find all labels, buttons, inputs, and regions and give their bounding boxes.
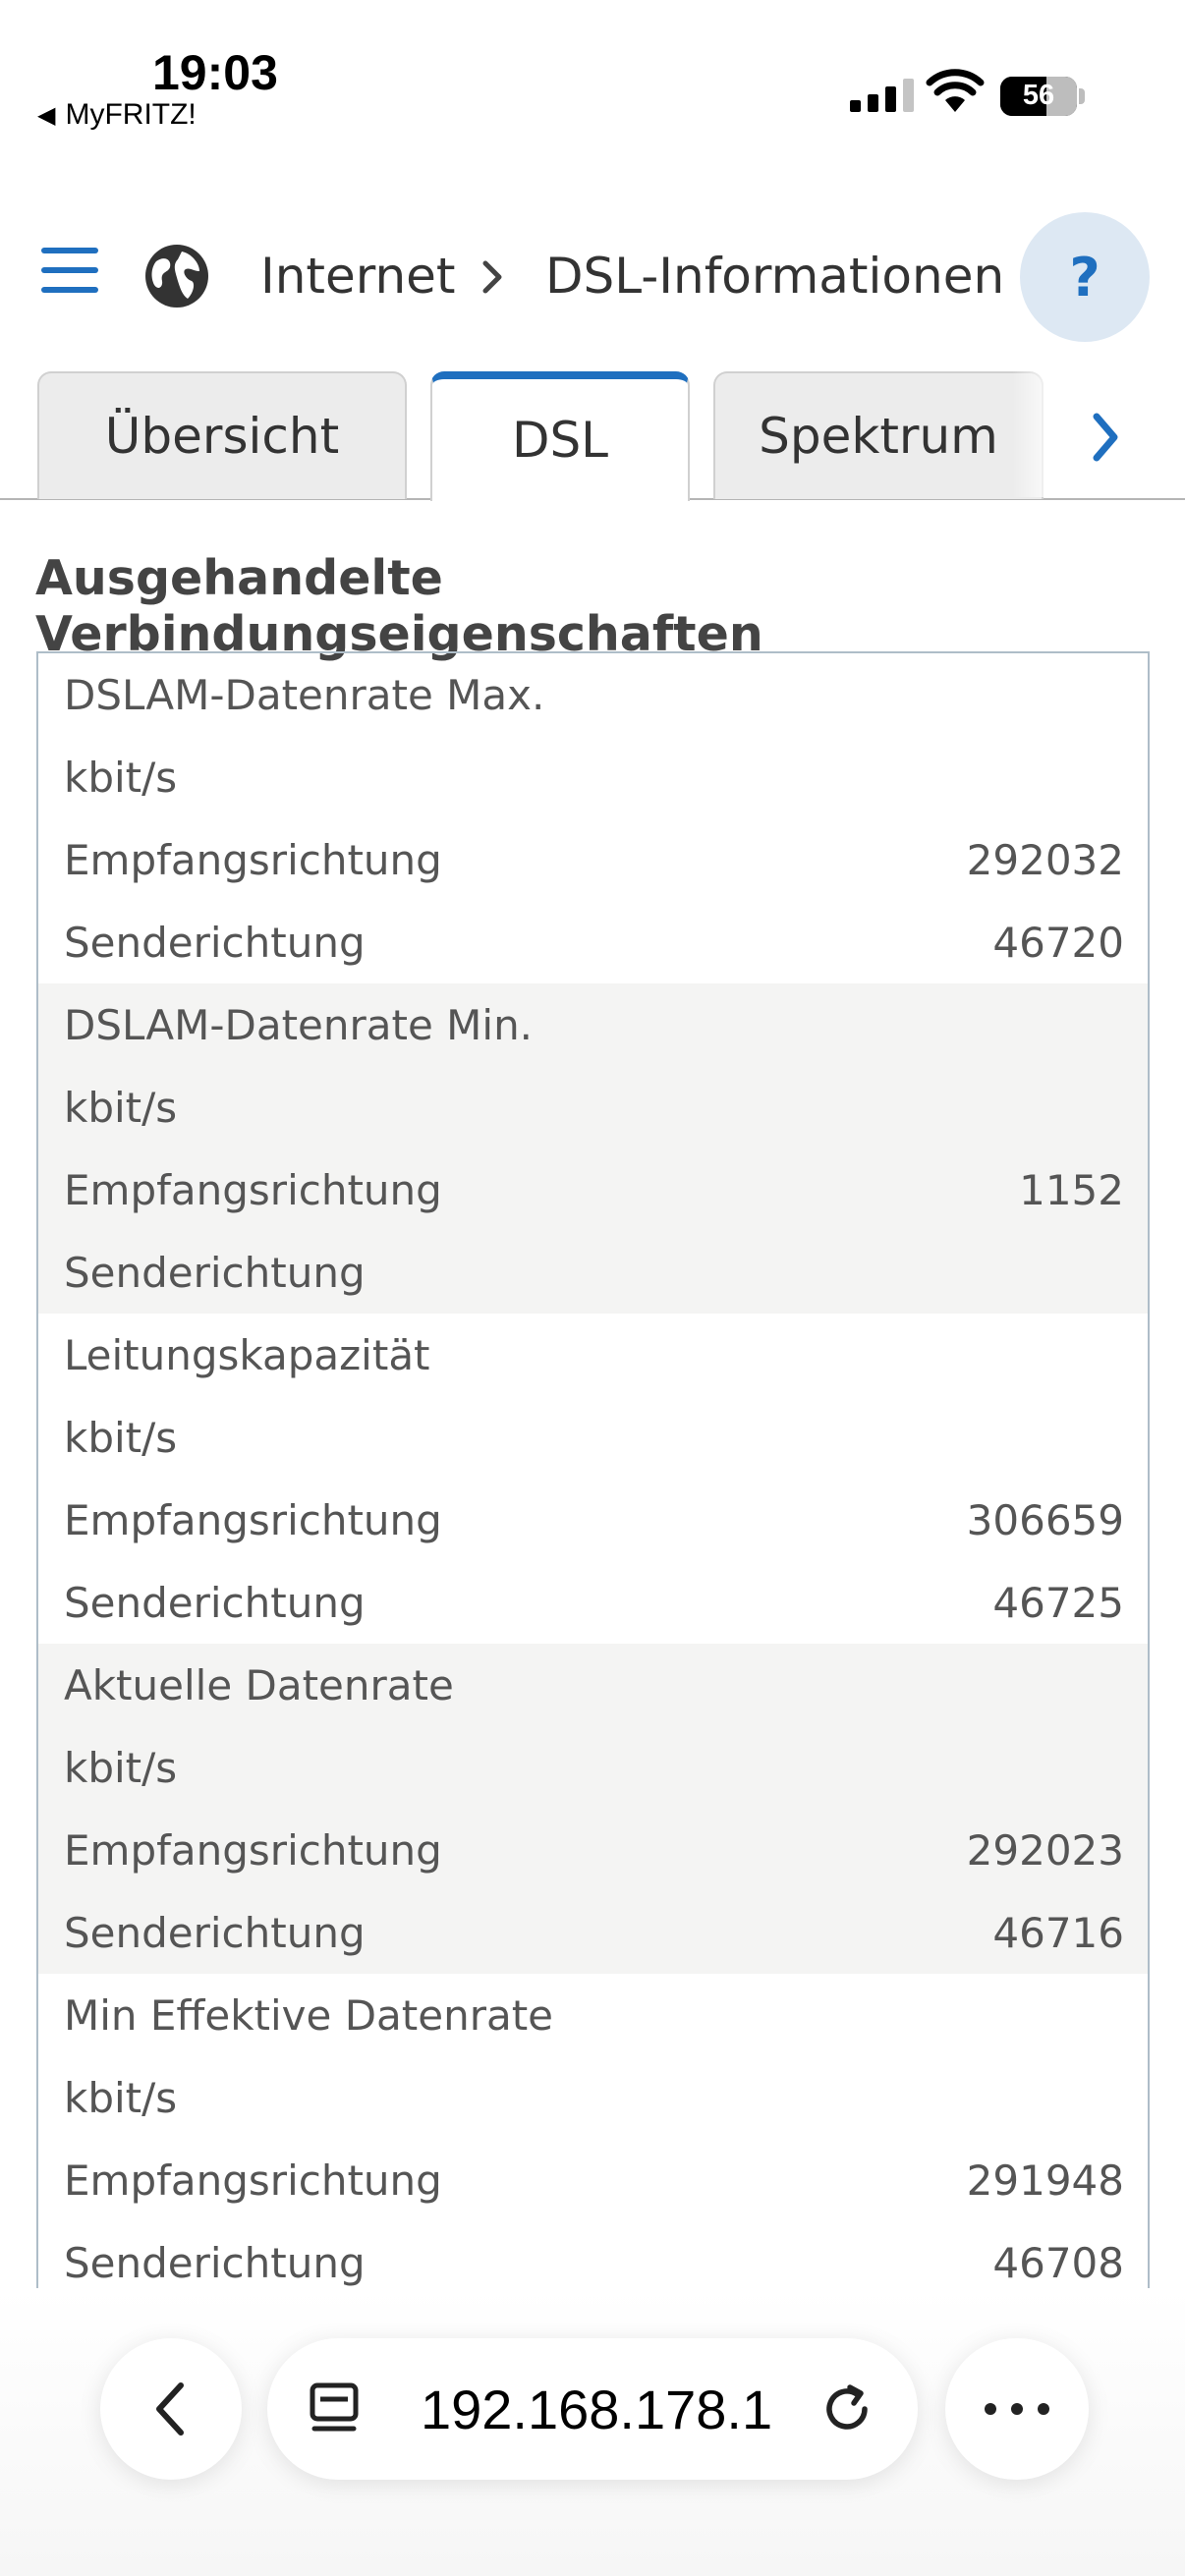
tx-label: Senderichtung	[64, 1578, 366, 1627]
rx-label: Empfangsrichtung	[64, 1825, 442, 1875]
tabs-next-chevron-icon[interactable]	[1081, 403, 1130, 472]
group-title: Aktuelle Datenrate	[64, 1660, 454, 1709]
rx-row: Empfangsrichtung 1152	[38, 1148, 1148, 1231]
rx-value: 292032	[966, 835, 1124, 884]
group-title: Leitungskapazität	[64, 1330, 430, 1379]
unit-row: kbit/s	[38, 1396, 1148, 1479]
battery-tip	[1079, 88, 1085, 104]
tx-label: Senderichtung	[64, 1908, 366, 1957]
rx-label: Empfangsrichtung	[64, 2156, 442, 2205]
group-dslam-min: DSLAM-Datenrate Min. kbit/s Empfangsrich…	[38, 983, 1148, 1314]
unit-row: kbit/s	[38, 1726, 1148, 1809]
unit-label: kbit/s	[64, 753, 178, 802]
chevron-right-icon	[482, 260, 502, 294]
group-title-row: DSLAM-Datenrate Min.	[38, 983, 1148, 1066]
battery-icon: 56	[1000, 77, 1077, 116]
tabs-fade-overlay	[1012, 371, 1059, 497]
reload-icon[interactable]	[818, 2380, 878, 2440]
tab-overview-icon	[310, 2382, 359, 2432]
tx-row: Senderichtung 46720	[38, 901, 1148, 983]
rx-label: Empfangsrichtung	[64, 835, 442, 884]
group-dslam-max: DSLAM-Datenrate Max. kbit/s Empfangsrich…	[38, 653, 1148, 983]
cellular-signal-icon	[850, 79, 914, 112]
tx-row: Senderichtung 46725	[38, 1561, 1148, 1644]
back-app-label: MyFRITZ!	[65, 98, 197, 131]
rx-row: Empfangsrichtung 292023	[38, 1809, 1148, 1891]
group-title-row: Aktuelle Datenrate	[38, 1644, 1148, 1726]
rx-value: 306659	[966, 1495, 1124, 1544]
tx-value: 46720	[992, 918, 1124, 967]
back-triangle-icon: ◀	[37, 101, 56, 129]
rx-row: Empfangsrichtung 291948	[38, 2139, 1148, 2221]
tx-label: Senderichtung	[64, 2238, 366, 2287]
back-to-app-link[interactable]: ◀ MyFRITZ!	[37, 98, 197, 132]
tab-dsl[interactable]: DSL	[430, 371, 690, 501]
hamburger-menu-icon[interactable]	[41, 248, 98, 293]
unit-row: kbit/s	[38, 2056, 1148, 2139]
battery-level: 56	[1022, 80, 1055, 111]
back-chevron-icon	[156, 2382, 184, 2436]
unit-label: kbit/s	[64, 1413, 178, 1462]
globe-icon	[145, 245, 208, 308]
group-title-row: Min Effektive Datenrate	[38, 1974, 1148, 2056]
section-title: Ausgehandelte Verbindungseigenschaften	[35, 550, 763, 662]
rx-label: Empfangsrichtung	[64, 1165, 442, 1214]
group-title: DSLAM-Datenrate Max.	[64, 670, 545, 719]
group-title-row: DSLAM-Datenrate Max.	[38, 653, 1148, 736]
tx-row: Senderichtung 46716	[38, 1891, 1148, 1974]
help-button[interactable]: ?	[1020, 212, 1150, 342]
address-url: 192.168.178.1	[421, 2379, 773, 2440]
group-min-effektive-datenrate: Min Effektive Datenrate kbit/s Empfangsr…	[38, 1974, 1148, 2288]
group-title: DSLAM-Datenrate Min.	[64, 1000, 534, 1049]
rx-row: Empfangsrichtung 306659	[38, 1479, 1148, 1561]
status-time: 19:03	[152, 45, 278, 100]
rx-label: Empfangsrichtung	[64, 1495, 442, 1544]
more-dots-icon	[985, 2403, 1049, 2415]
tab-uebersicht[interactable]: Übersicht	[37, 371, 407, 499]
tx-label: Senderichtung	[64, 1248, 366, 1297]
rx-row: Empfangsrichtung 292032	[38, 818, 1148, 901]
tab-spektrum[interactable]: Spektrum	[713, 371, 1044, 499]
dsl-properties-table: DSLAM-Datenrate Max. kbit/s Empfangsrich…	[36, 651, 1150, 2288]
unit-label: kbit/s	[64, 2073, 178, 2122]
group-title-row: Leitungskapazität	[38, 1314, 1148, 1396]
rx-value: 292023	[966, 1825, 1124, 1875]
tx-row: Senderichtung 46708	[38, 2221, 1148, 2288]
wifi-icon	[926, 69, 985, 112]
rx-value: 1152	[1019, 1165, 1124, 1214]
group-title: Min Effektive Datenrate	[64, 1990, 554, 2040]
unit-row: kbit/s	[38, 1066, 1148, 1148]
breadcrumb-dsl-informationen: DSL-Informationen	[545, 248, 1005, 305]
tx-value: 46716	[992, 1908, 1124, 1957]
unit-label: kbit/s	[64, 1743, 178, 1792]
breadcrumb-internet[interactable]: Internet	[260, 248, 456, 305]
tx-label: Senderichtung	[64, 918, 366, 967]
group-aktuelle-datenrate: Aktuelle Datenrate kbit/s Empfangsrichtu…	[38, 1644, 1148, 1974]
tx-value: 46725	[992, 1578, 1124, 1627]
tx-value: 46708	[992, 2238, 1124, 2287]
unit-label: kbit/s	[64, 1083, 178, 1132]
unit-row: kbit/s	[38, 736, 1148, 818]
group-leitungskapazitaet: Leitungskapazität kbit/s Empfangsrichtun…	[38, 1314, 1148, 1644]
tx-row: Senderichtung	[38, 1231, 1148, 1314]
rx-value: 291948	[966, 2156, 1124, 2205]
